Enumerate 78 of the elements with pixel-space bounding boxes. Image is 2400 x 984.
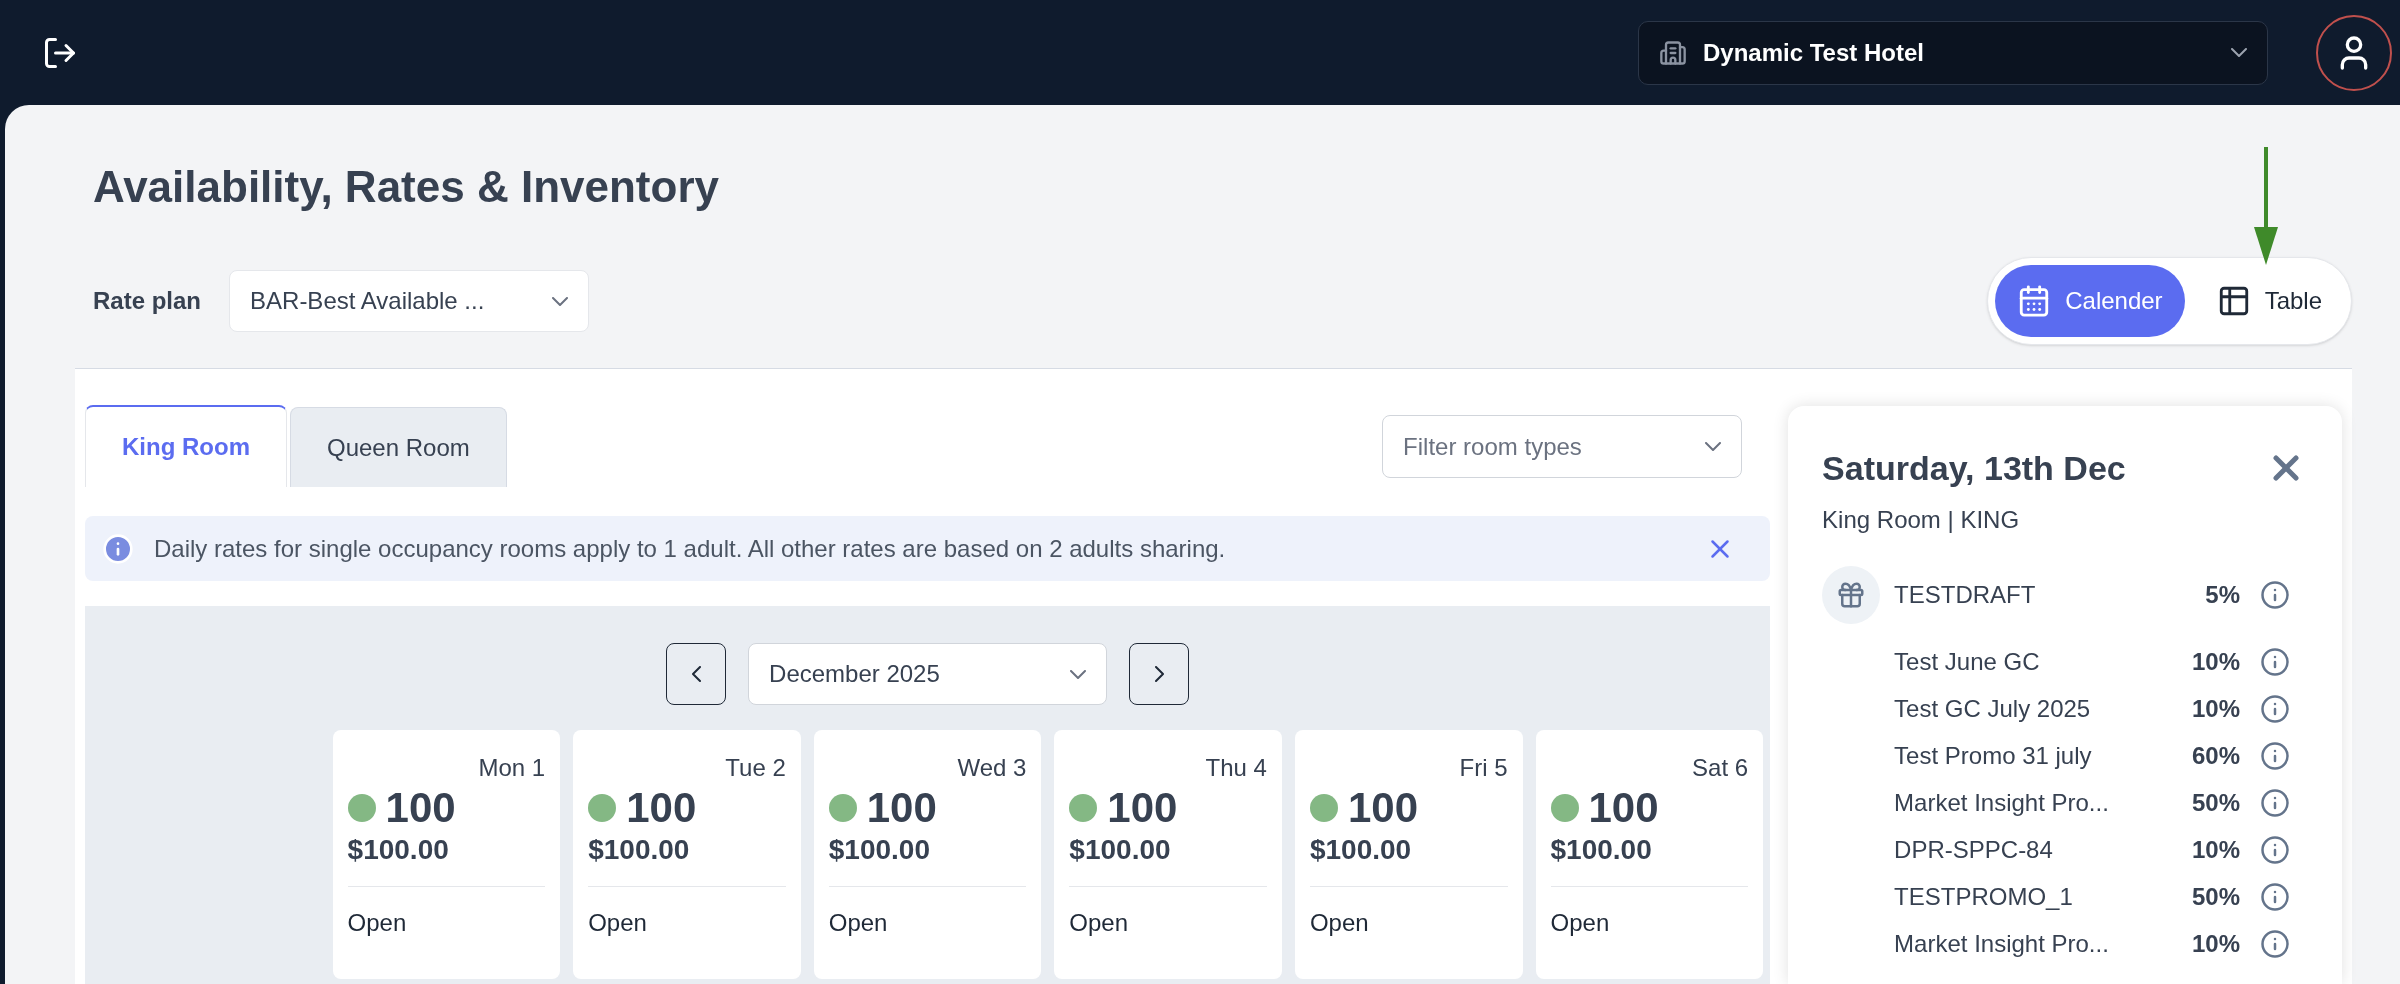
filter-select[interactable]: Filter room types [1382, 415, 1743, 478]
day-rate: $100.00 [1069, 833, 1172, 867]
day-rate: $100.00 [347, 833, 450, 867]
chevron-down-icon [1705, 442, 1722, 451]
promotion-name: Test June GC [1894, 646, 2041, 677]
day-label: Sat 6 [1692, 753, 1749, 783]
rate-plan-select[interactable]: BAR-Best Available ... [229, 270, 590, 332]
room-tab[interactable]: Queen Room [290, 407, 507, 487]
info-icon[interactable] [2260, 881, 2290, 912]
day-status: Open [1550, 908, 1611, 938]
promotion-discount: 60% [2191, 740, 2240, 771]
rate-plan-label: Rate plan [93, 286, 202, 316]
day-card[interactable]: Wed 3 100 $100.00 Open [813, 730, 1042, 979]
building-icon [1659, 38, 1687, 67]
day-label: Thu 4 [1205, 753, 1267, 783]
room-tab[interactable]: King Room [85, 405, 287, 487]
info-icon[interactable] [2260, 928, 2290, 959]
promotion-name: Market Insight Pro... [1894, 787, 2110, 818]
hotel-select[interactable]: Dynamic Test Hotel [1638, 20, 2268, 85]
panel-title: Saturday, 13th Dec [1822, 448, 2126, 489]
availability-count: 100 [385, 784, 456, 832]
chevron-right-icon [1154, 666, 1164, 682]
availability-count: 100 [1588, 784, 1659, 832]
day-status: Open [1069, 908, 1130, 938]
notice-text: Daily rates for single occupancy rooms apply to 1 adult. All other rates are based on 2 adults sharing. [154, 533, 1226, 564]
promotion-name: Test Promo 31 july [1894, 740, 2093, 771]
month-select[interactable]: December 2025 [748, 643, 1108, 705]
promotion-name: TESTDRAFT [1894, 580, 2037, 610]
info-icon[interactable] [2260, 834, 2290, 865]
info-icon[interactable] [2260, 646, 2290, 677]
day-label: Fri 5 [1459, 753, 1508, 783]
promotion-name: Test GC July 2025 [1894, 693, 2092, 724]
day-status: Open [588, 908, 648, 938]
info-icon[interactable] [2260, 580, 2290, 610]
info-icon [102, 532, 134, 565]
day-card[interactable]: Mon 1 100 $100.00 Open [332, 730, 561, 979]
promotion-discount: 5% [2205, 580, 2240, 610]
availability-count: 100 [1347, 784, 1418, 832]
info-icon[interactable] [2260, 740, 2290, 771]
day-card[interactable]: Tue 2 100 $100.00 Open [573, 730, 801, 979]
info-icon[interactable] [2260, 693, 2290, 724]
view-toggle-button[interactable]: Table [2194, 265, 2344, 337]
day-status: Open [1309, 908, 1370, 938]
promotion-discount: 10% [2191, 928, 2240, 959]
day-status: Open [828, 908, 889, 938]
previous-month-button[interactable] [666, 643, 727, 705]
promotion-discount: 10% [2191, 693, 2240, 724]
day-rate: $100.00 [588, 833, 691, 867]
promotion-name: TESTPROMO_1 [1894, 881, 2074, 912]
promotion-discount: 10% [2191, 834, 2240, 865]
info-icon[interactable] [2260, 787, 2290, 818]
promotion-name: Market Insight Pro... [1894, 928, 2110, 959]
day-card[interactable]: Thu 4 100 $100.00 Open [1054, 730, 1282, 979]
day-card[interactable]: Fri 5 100 $100.00 Open [1294, 730, 1523, 979]
day-card[interactable]: Sat 6 100 $100.00 Open [1535, 730, 1764, 979]
panel-subtitle: King Room | KING [1822, 505, 2021, 535]
next-month-button[interactable] [1129, 643, 1190, 705]
page-title: Availability, Rates & Inventory [92, 165, 720, 209]
availability-count: 100 [866, 784, 937, 832]
availability-count: 100 [626, 784, 697, 832]
promotion-name: DPR-SPPC-84 [1894, 834, 2054, 865]
chevron-left-icon [691, 666, 701, 682]
user-avatar[interactable] [2316, 14, 2392, 91]
day-status: Open [347, 908, 408, 938]
day-rate: $100.00 [1309, 833, 1413, 867]
day-rate: $100.00 [1550, 833, 1653, 867]
chevron-down-icon [552, 296, 569, 306]
day-label: Mon 1 [478, 753, 546, 783]
promotion-discount: 50% [2191, 881, 2240, 912]
promotion-discount: 10% [2191, 646, 2240, 677]
chevron-down-icon [1070, 669, 1087, 679]
day-rate: $100.00 [828, 833, 931, 867]
promotion-discount: 50% [2191, 787, 2240, 818]
view-toggle-button[interactable]: Calender [1995, 265, 2185, 337]
day-label: Tue 2 [725, 753, 786, 783]
day-label: Wed 3 [957, 753, 1027, 783]
chevron-down-icon [2231, 48, 2247, 57]
availability-count: 100 [1107, 784, 1178, 832]
